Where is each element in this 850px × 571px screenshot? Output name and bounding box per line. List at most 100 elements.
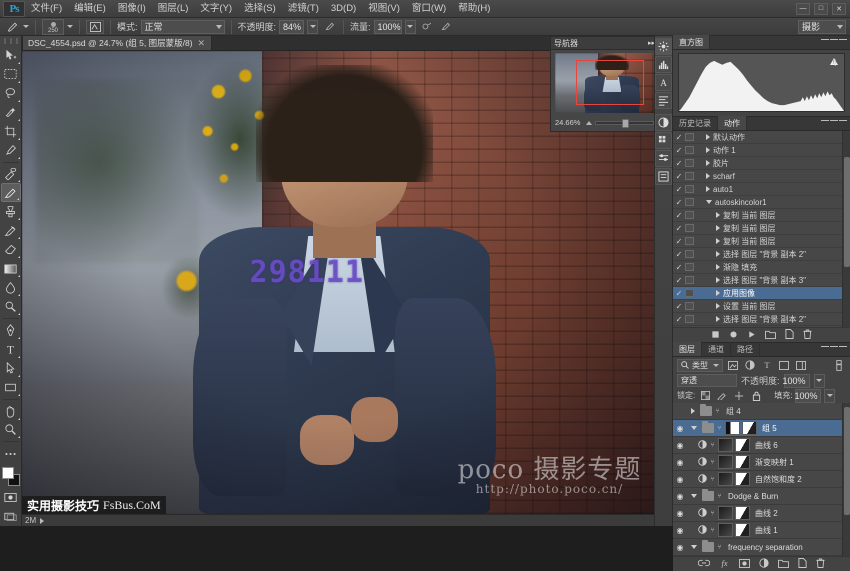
hand-tool[interactable] [1,402,21,421]
check-icon[interactable]: ✓ [673,172,685,181]
expand-chevron-icon[interactable] [706,186,710,192]
move-tool[interactable] [1,46,21,65]
group-icon[interactable] [778,559,789,570]
link-icon[interactable]: ⑂ [716,544,723,551]
properties-icon[interactable] [655,168,672,185]
lock-transparent-icon[interactable] [698,389,712,402]
layer-thumbnail[interactable] [718,438,733,452]
brush-tool-icon[interactable] [4,19,20,34]
close-button[interactable]: ✕ [832,3,846,15]
maximize-button[interactable]: □ [814,3,828,15]
action-row[interactable]: ✓复制 当前 图层 [673,209,850,222]
check-icon[interactable]: ✓ [673,146,685,155]
action-row[interactable]: ✓选择 图层 "背景 副本 3" [673,274,850,287]
expand-chevron-icon[interactable] [706,160,710,166]
action-row[interactable]: ✓复制 当前 图层 [673,235,850,248]
layer-blend-mode-select[interactable]: 穿透 [677,374,737,387]
scrollbar-thumb[interactable] [844,157,850,267]
character-icon[interactable]: A [655,74,672,91]
adjustment-filter-icon[interactable] [743,359,757,372]
lock-position-icon[interactable] [732,389,746,402]
layer-mask-thumbnail[interactable] [735,472,750,486]
navigator-zoom-value[interactable]: 24.66% [555,118,583,127]
lock-image-icon[interactable] [715,389,729,402]
dialog-toggle-box[interactable] [685,159,694,167]
expand-chevron-icon[interactable] [691,545,697,549]
menu-item-10[interactable]: 帮助(H) [452,0,496,18]
check-icon[interactable]: ✓ [673,289,685,298]
flow-stepper[interactable] [405,20,416,34]
edit-toolbar-button[interactable] [1,444,21,463]
opacity-stepper[interactable] [307,20,318,34]
check-icon[interactable]: ✓ [673,133,685,142]
check-icon[interactable]: ✓ [673,250,685,259]
path-selection-tool[interactable] [1,359,21,378]
layer-thumbnail[interactable] [725,421,740,435]
dialog-toggle-box[interactable] [685,263,694,271]
menu-item-3[interactable]: 图层(L) [152,0,195,18]
tab-actions[interactable]: 动作 [718,116,747,130]
layer-fill-input[interactable]: 100% [795,389,821,403]
link-icon[interactable]: ⑂ [716,425,723,432]
dialog-toggle-box[interactable] [685,276,694,284]
action-row[interactable]: ✓scharf [673,170,850,183]
adjustment-icon[interactable] [759,558,769,570]
eraser-tool[interactable] [1,240,21,259]
check-icon[interactable]: ✓ [673,276,685,285]
menu-item-8[interactable]: 视图(V) [362,0,406,18]
smart-filter-icon[interactable] [794,359,808,372]
layer-row[interactable]: ◉⑂Dodge & Burn [673,488,850,505]
crop-tool[interactable] [1,122,21,141]
expand-chevron-icon[interactable] [716,225,720,231]
close-icon[interactable]: ✕ [198,38,206,49]
check-icon[interactable]: ✓ [673,237,685,246]
action-row[interactable]: ✓应用图像 [673,287,850,300]
dialog-toggle-box[interactable] [685,185,694,193]
expand-chevron-icon[interactable] [716,277,720,283]
menu-item-7[interactable]: 3D(D) [325,0,362,18]
layer-row[interactable]: ◉⑂渐变映射 1 [673,454,850,471]
eyedropper-tool[interactable] [1,141,21,160]
shape-tool[interactable] [1,378,21,397]
brush-presets-icon[interactable] [655,38,672,55]
layer-row[interactable]: ◉⑂组 5 [673,420,850,437]
minimize-button[interactable]: — [796,3,810,15]
zoom-tool[interactable] [1,421,21,440]
eye-icon[interactable]: ◉ [673,509,687,518]
dialog-toggle-box[interactable] [685,224,694,232]
layers-scrollbar[interactable] [842,403,850,556]
check-icon[interactable]: ✓ [673,302,685,311]
tab-paths[interactable]: 路径 [731,342,760,356]
expand-chevron-icon[interactable] [716,251,720,257]
action-row[interactable]: ✓autoskincolor1 [673,196,850,209]
action-row[interactable]: ✓动作 1 [673,144,850,157]
menu-item-9[interactable]: 窗口(W) [406,0,452,18]
mask-icon[interactable] [739,559,750,570]
pen-tool[interactable] [1,321,21,340]
panel-menu-icon[interactable] [821,346,847,347]
eye-icon[interactable]: ◉ [673,424,687,433]
tab-histogram[interactable]: 直方图 [673,35,710,49]
panel-menu-icon[interactable] [821,39,847,40]
layer-mask-thumbnail[interactable] [735,523,750,537]
layers-list[interactable]: ⑂组 4◉⑂组 5◉⑂曲线 6◉⑂渐变映射 1◉⑂自然饱和度 2◉⑂Dodge … [673,403,850,556]
stop-icon[interactable] [711,330,720,341]
flow-pressure-toggle[interactable] [438,19,454,34]
link-icon[interactable]: ⑂ [709,442,716,449]
expand-chevron-icon[interactable] [706,134,710,140]
toolbox-grip[interactable] [4,38,18,44]
layer-mask-thumbnail[interactable] [735,438,750,452]
action-row[interactable]: ✓选择 图层 "背景 副本 2" [673,313,850,326]
menu-item-2[interactable]: 图像(I) [112,0,152,18]
blur-tool[interactable] [1,278,21,297]
dialog-toggle-box[interactable] [685,237,694,245]
delete-icon[interactable] [803,329,812,341]
menu-item-1[interactable]: 编辑(E) [68,0,112,18]
brush-size-field[interactable]: 250 [42,19,64,35]
check-icon[interactable]: ✓ [673,315,685,324]
dialog-toggle-box[interactable] [685,315,694,323]
expand-chevron-icon[interactable] [706,173,710,179]
expand-chevron-icon[interactable] [691,494,697,498]
expand-chevron-icon[interactable] [716,303,720,309]
brush-preset-chevron-icon[interactable] [23,25,29,28]
